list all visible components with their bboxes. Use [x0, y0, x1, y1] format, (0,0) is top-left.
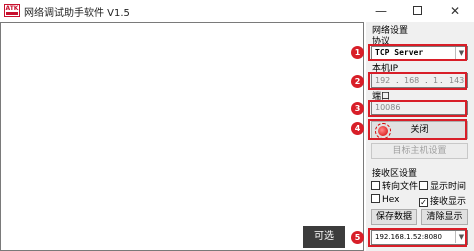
hex-checkbox[interactable]: Hex — [371, 194, 399, 205]
checkbox-box — [419, 181, 428, 190]
ip-highlight — [368, 72, 467, 90]
checkbox-box — [371, 194, 380, 203]
target-host-settings-button[interactable]: 目标主机设置 — [371, 143, 468, 159]
port-highlight — [368, 100, 467, 117]
maximize-button[interactable] — [402, 0, 432, 22]
close-window-button[interactable]: ✕ — [440, 0, 470, 22]
checkmark-icon: ✓ — [419, 198, 428, 207]
minimize-button[interactable]: — — [366, 0, 396, 22]
save-data-button[interactable]: 保存数据 — [371, 209, 417, 225]
optional-tooltip: 可选 — [303, 226, 345, 248]
step-badge-5: 5 — [351, 231, 364, 244]
close-button-highlight — [368, 119, 467, 140]
show-receive-checkbox[interactable]: ✓ 接收显示 — [419, 194, 466, 207]
step-badge-3: 3 — [351, 102, 364, 115]
step-badge-1: 1 — [351, 46, 364, 59]
checkbox-box — [371, 181, 380, 190]
step-badge-2: 2 — [351, 75, 364, 88]
maximize-icon — [412, 6, 422, 15]
receive-settings-title: 接收区设置 — [372, 169, 418, 179]
client-highlight — [368, 228, 467, 247]
window-title: 网络调试助手软件 V1.5 — [24, 8, 130, 19]
protocol-highlight — [368, 44, 467, 61]
clear-display-button[interactable]: 清除显示 — [421, 209, 468, 225]
app-logo-icon: ATK — [4, 4, 20, 17]
redirect-file-checkbox[interactable]: 转向文件 — [371, 179, 418, 192]
show-time-checkbox[interactable]: 显示时间 — [419, 179, 466, 192]
step-badge-4: 4 — [351, 122, 364, 135]
title-bar: ATK 网络调试助手软件 V1.5 — ✕ — [0, 0, 474, 22]
receive-text-area[interactable] — [0, 22, 364, 251]
